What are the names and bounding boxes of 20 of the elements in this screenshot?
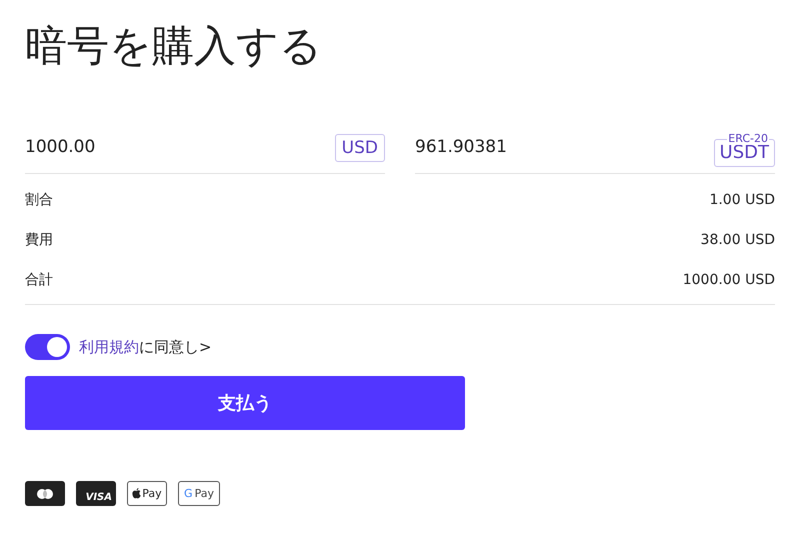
page-title: 暗号を購入する [25, 20, 323, 72]
summary-value: 1000.00 USD [682, 270, 775, 290]
amount-field[interactable]: 1000.00 [25, 134, 96, 160]
summary-value: 38.00 USD [700, 230, 775, 250]
currency-selector[interactable]: USD [334, 134, 385, 162]
summary-label: 割合 [25, 190, 53, 210]
summary-value: 1.00 USD [709, 190, 775, 210]
terms-toggle[interactable] [25, 334, 70, 360]
terms-text: 利用規約に同意し> [79, 336, 212, 358]
pay-button[interactable]: 支払う [25, 376, 465, 430]
overlapping-circles-icon [37, 488, 53, 498]
amount-field[interactable]: 961.90381 [415, 134, 507, 160]
summary-label: 合計 [25, 270, 53, 290]
visa-badge: VISA [76, 481, 116, 506]
summary-label: 費用 [25, 230, 53, 250]
apple-icon [132, 488, 142, 499]
network-label: ERC-20 [727, 132, 769, 144]
google-pay-badge: G Pay [178, 481, 220, 506]
terms-link[interactable]: 利用規約 [79, 338, 139, 356]
apple-pay-badge: Pay [127, 481, 167, 506]
